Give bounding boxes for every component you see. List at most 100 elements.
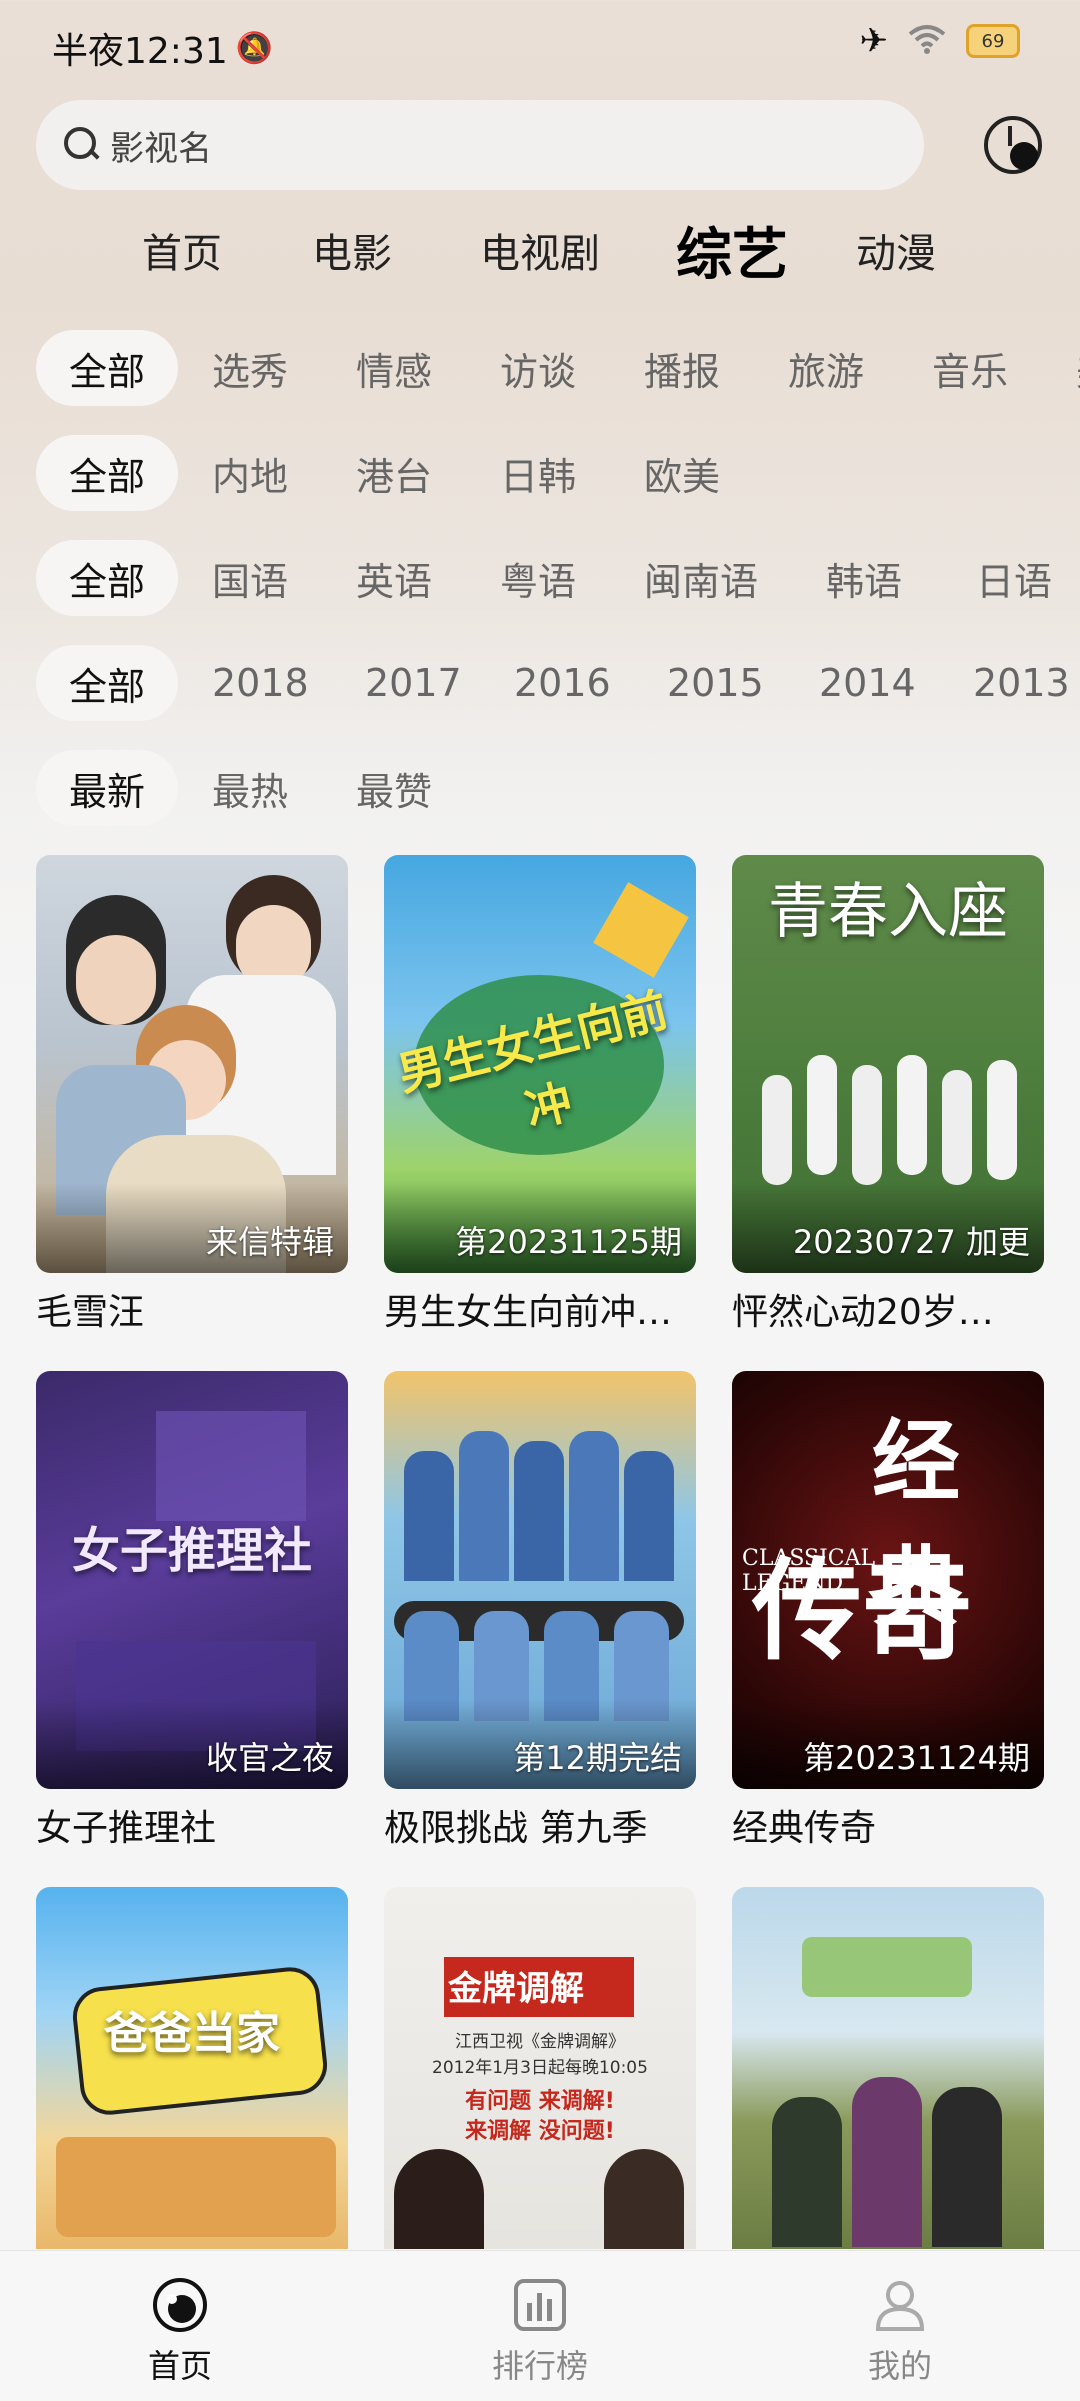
show-card[interactable]: 青春入座 20230727 加更 怦然心动20岁… — [732, 855, 1044, 1335]
filter-chip[interactable]: 内地 — [212, 435, 288, 511]
poster-text-art: 2012年1月3日起每晚10:05 — [432, 2058, 648, 2078]
category-tabs: 首页 电影 电视剧 综艺 动漫 — [0, 210, 1080, 290]
episode-badge: 第12期完结 — [513, 1739, 682, 1777]
poster-title-art: 爸爸当家 — [104, 2008, 280, 2059]
poster-title-art: 金牌调解 — [448, 1969, 584, 2009]
filter-chip[interactable]: 日语 — [976, 540, 1052, 616]
filter-chip[interactable]: 英语 — [356, 540, 432, 616]
bottom-nav-profile[interactable]: 我的 — [800, 2251, 1000, 2401]
filter-chip[interactable]: 日韩 — [500, 435, 576, 511]
filter-chip[interactable]: 旅游 — [788, 330, 864, 406]
poster-text-art: 江西卫视《金牌调解》 — [455, 2032, 625, 2052]
show-card[interactable]: 金牌调解 江西卫视《金牌调解》 2012年1月3日起每晚10:05 有问题 来调… — [384, 1887, 696, 2249]
bottom-nav-label: 首页 — [147, 2347, 212, 2385]
wifi-icon — [908, 24, 946, 58]
filter-language-row: 全部 国语 英语 粤语 闽南语 韩语 日语 — [36, 540, 1080, 616]
status-left: 半夜12:31 🔕 — [52, 22, 273, 74]
chart-icon — [512, 2277, 568, 2333]
tab-tv-series[interactable]: 电视剧 — [480, 210, 600, 290]
episode-badge: 来信特辑 — [205, 1223, 334, 1261]
filter-chip[interactable]: 全部 — [36, 645, 178, 721]
profile-icon — [872, 2277, 928, 2333]
tab-movies[interactable]: 电影 — [312, 210, 392, 290]
sort-chip-most-liked[interactable]: 最赞 — [356, 750, 432, 826]
battery-level: 69 — [981, 30, 1005, 52]
show-poster — [732, 1887, 1044, 2249]
bottom-nav-ranking[interactable]: 排行榜 — [440, 2251, 640, 2401]
battery-icon: 69 — [966, 24, 1020, 58]
show-title: 怦然心动20岁… — [732, 1292, 994, 1333]
poster-text-art: 来调解 没问题! — [465, 2119, 615, 2144]
status-right: ✈ 69 — [859, 21, 1020, 61]
show-poster: 青春入座 20230727 加更 — [732, 855, 1044, 1273]
filter-chip[interactable]: 2013 — [973, 645, 1070, 721]
filter-year-row: 全部 2018 2017 2016 2015 2014 2013 — [36, 645, 1080, 721]
status-bar: 半夜12:31 🔕 ✈ 69 — [0, 0, 1080, 92]
show-title: 极限挑战 第九季 — [384, 1808, 648, 1849]
filter-chip[interactable]: 2015 — [667, 645, 764, 721]
show-poster: 金牌调解 江西卫视《金牌调解》 2012年1月3日起每晚10:05 有问题 来调… — [384, 1887, 696, 2249]
tab-anime[interactable]: 动漫 — [856, 210, 936, 290]
show-card[interactable] — [732, 1887, 1044, 2249]
episode-badge: 第20231124期 — [803, 1739, 1030, 1777]
filter-chip[interactable]: 全部 — [36, 540, 178, 616]
filter-chip[interactable]: 播报 — [644, 330, 720, 406]
show-poster: 女子推理社 收官之夜 — [36, 1371, 348, 1789]
filter-chip[interactable]: 国语 — [212, 540, 288, 616]
show-card[interactable]: 经典 传奇 CLASSICAL LEGEND 第20231124期 经典传奇 — [732, 1371, 1044, 1851]
filter-region-row: 全部 内地 港台 日韩 欧美 — [36, 435, 1080, 511]
episode-badge: 第20231125期 — [455, 1223, 682, 1261]
tab-home[interactable]: 首页 — [142, 210, 222, 290]
tab-variety[interactable]: 综艺 — [676, 210, 788, 290]
status-time: 半夜12:31 — [52, 31, 228, 72]
show-card[interactable]: 来信特辑 毛雪汪 — [36, 855, 348, 1335]
history-button[interactable] — [980, 112, 1044, 176]
sort-chip-hottest[interactable]: 最热 — [212, 750, 288, 826]
show-poster: 经典 传奇 CLASSICAL LEGEND 第20231124期 — [732, 1371, 1044, 1789]
bottom-nav-label: 排行榜 — [491, 2347, 588, 2385]
filter-chip[interactable]: 美 — [1076, 330, 1080, 406]
bottom-nav-home[interactable]: 首页 — [80, 2251, 280, 2401]
show-card[interactable]: 男生女生向前冲 第20231125期 男生女生向前冲… — [384, 855, 696, 1335]
filter-chip[interactable]: 音乐 — [932, 330, 1008, 406]
sort-chip-latest[interactable]: 最新 — [36, 750, 178, 826]
show-card[interactable]: 爸爸当家 — [36, 1887, 348, 2249]
filter-chip[interactable]: 情感 — [356, 330, 432, 406]
filter-type-row: 全部 选秀 情感 访谈 播报 旅游 音乐 美 — [36, 330, 1080, 406]
mute-icon: 🔕 — [235, 30, 274, 66]
filter-chip[interactable]: 全部 — [36, 435, 178, 511]
search-row: 影视名 — [36, 100, 1044, 190]
search-placeholder: 影视名 — [110, 128, 212, 169]
filter-chip[interactable]: 2018 — [212, 645, 309, 721]
show-poster: 来信特辑 — [36, 855, 348, 1273]
airplane-icon: ✈ — [859, 21, 889, 61]
bottom-nav-label: 我的 — [867, 2347, 932, 2385]
show-poster: 第12期完结 — [384, 1371, 696, 1789]
episode-badge: 20230727 加更 — [792, 1223, 1030, 1261]
show-title: 男生女生向前冲… — [384, 1292, 673, 1333]
filter-chip[interactable]: 闽南语 — [644, 540, 758, 616]
show-poster: 爸爸当家 — [36, 1887, 348, 2249]
bottom-nav: 首页 排行榜 我的 — [0, 2250, 1080, 2401]
show-card[interactable]: 女子推理社 收官之夜 女子推理社 — [36, 1371, 348, 1851]
filter-chip[interactable]: 港台 — [356, 435, 432, 511]
filter-chip[interactable]: 2014 — [819, 645, 916, 721]
episode-badge: 收官之夜 — [205, 1739, 334, 1777]
poster-title-art: 女子推理社 — [71, 1523, 312, 1579]
filter-chip[interactable]: 2017 — [365, 645, 462, 721]
poster-subtitle-art: CLASSICAL LEGEND — [742, 1546, 876, 1596]
search-input[interactable]: 影视名 — [36, 100, 924, 190]
show-title: 经典传奇 — [732, 1808, 877, 1849]
show-card[interactable]: 第12期完结 极限挑战 第九季 — [384, 1371, 696, 1851]
filter-chip[interactable]: 欧美 — [644, 435, 720, 511]
poster-text-art: 有问题 来调解! — [465, 2089, 615, 2114]
filter-sort-row: 最新 最热 最赞 — [36, 750, 1080, 826]
filter-chip[interactable]: 全部 — [36, 330, 178, 406]
filter-chip[interactable]: 粤语 — [500, 540, 576, 616]
filter-chip[interactable]: 访谈 — [500, 330, 576, 406]
filter-chip[interactable]: 选秀 — [212, 330, 288, 406]
filter-chip[interactable]: 2016 — [514, 645, 611, 721]
show-title: 女子推理社 — [36, 1808, 217, 1849]
filter-chip[interactable]: 韩语 — [826, 540, 902, 616]
home-icon — [152, 2277, 208, 2333]
